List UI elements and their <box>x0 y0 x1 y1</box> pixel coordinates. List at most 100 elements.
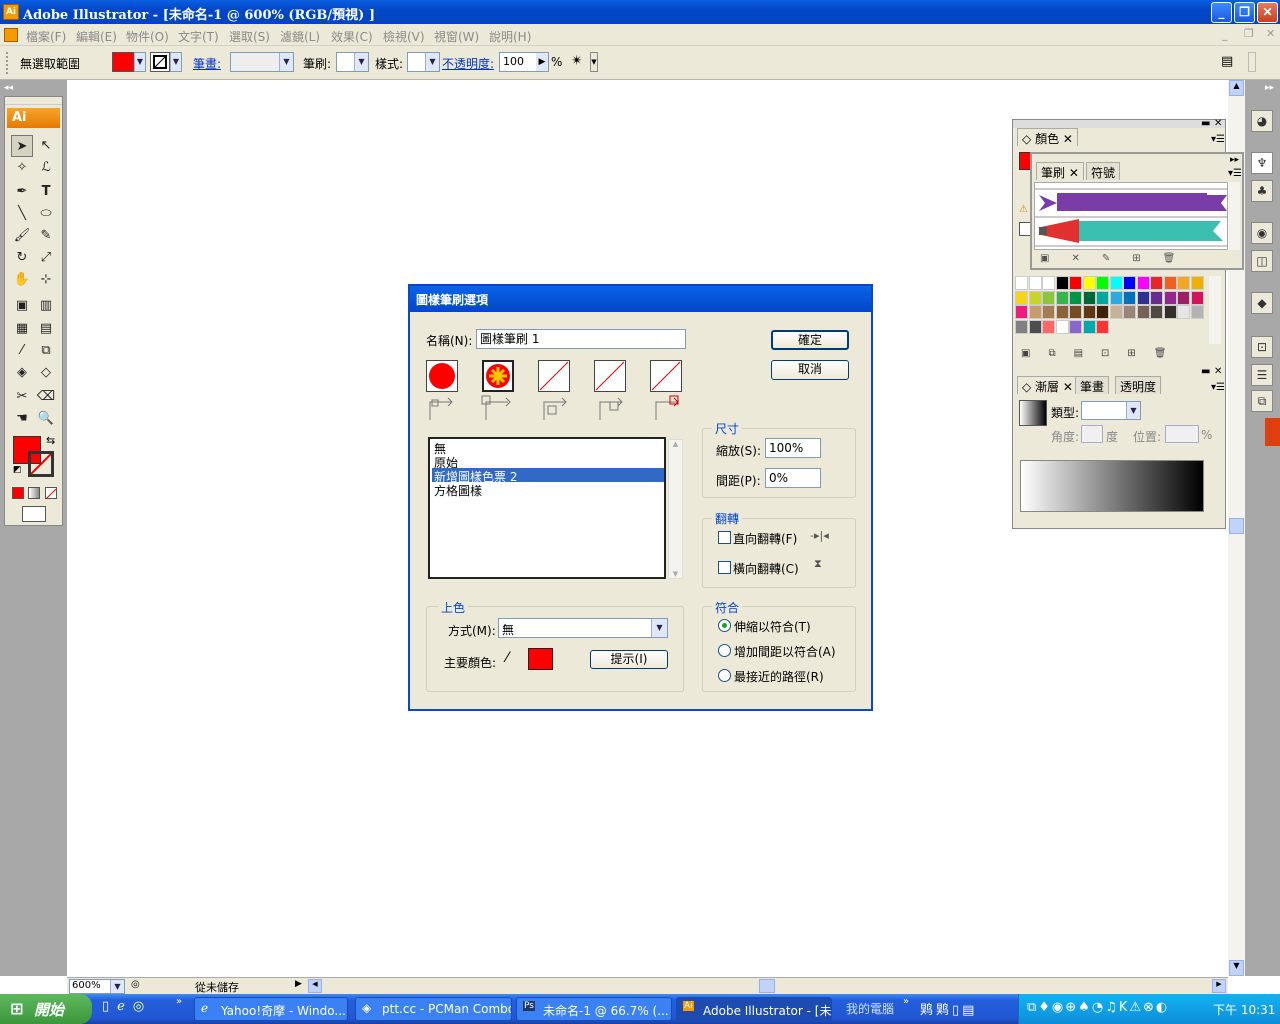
task-pcman[interactable]: ◈ ptt.cc - PCMan Combo <box>355 997 512 1021</box>
live-paint-tool-icon[interactable]: ◈ <box>11 362 33 384</box>
start-tile[interactable] <box>594 360 626 392</box>
gradient-panel-collapse-icon[interactable]: ▬ <box>1201 366 1210 377</box>
fit-add-space-radio[interactable] <box>718 644 731 657</box>
status-arrow-icon[interactable]: ▶ <box>295 979 302 989</box>
color-swatch[interactable] <box>1123 290 1136 305</box>
color-swatch[interactable] <box>1055 305 1069 319</box>
color-swatch[interactable] <box>1163 290 1177 305</box>
fit-stretch-radio[interactable] <box>718 619 731 632</box>
flip-horizontal-checkbox[interactable] <box>718 561 731 574</box>
brush-dropdown[interactable]: ▼ <box>336 52 369 72</box>
list-item[interactable]: 原始 <box>432 454 664 470</box>
color-swatch[interactable] <box>1069 276 1082 290</box>
isolate-icon[interactable]: ✴ <box>571 53 583 69</box>
lasso-tool-icon[interactable]: ℒ <box>35 157 57 179</box>
dock-transform-icon[interactable]: ⊡ <box>1251 336 1273 358</box>
dock-symbol-icon[interactable]: ♣ <box>1251 180 1273 202</box>
color-swatch[interactable] <box>1082 305 1096 319</box>
dock-layers-icon[interactable]: ◆ <box>1251 292 1273 314</box>
cancel-button[interactable]: 取消 <box>771 360 849 380</box>
color-swatch[interactable] <box>1123 276 1136 290</box>
scroll-thumb[interactable] <box>1229 518 1244 534</box>
inner-corner-tile[interactable] <box>538 360 570 392</box>
tab-transparency[interactable]: 透明度 <box>1115 376 1162 394</box>
color-swatch[interactable] <box>1150 290 1163 305</box>
graph-tool-icon[interactable]: ▥ <box>35 295 57 317</box>
none-mode-icon[interactable] <box>45 487 57 500</box>
my-computer-toolbar[interactable]: 我的電腦 <box>846 1000 894 1017</box>
side-tile[interactable] <box>426 360 458 392</box>
stroke-swatch[interactable] <box>150 52 170 72</box>
stroke-link[interactable]: 筆畫: <box>193 55 221 72</box>
close-button[interactable]: ✕ <box>1257 2 1278 23</box>
menu-effect[interactable]: 效果(C) <box>331 28 373 45</box>
free-transform-tool-icon[interactable]: ⊹ <box>35 269 57 291</box>
color-swatch[interactable] <box>1163 276 1177 290</box>
hscroll-left-icon[interactable]: ◀ <box>308 979 322 993</box>
list-item-selected[interactable]: 新增圖樣色票 2 <box>432 468 664 484</box>
end-tile[interactable] <box>650 360 682 392</box>
minimize-button[interactable]: _ <box>1211 2 1232 23</box>
slice-tool-icon[interactable]: ✂ <box>11 386 33 408</box>
stroke-color-box[interactable] <box>28 451 54 477</box>
control-flyout-icon[interactable] <box>1248 52 1256 72</box>
line-tool-icon[interactable]: ╲ <box>11 203 33 225</box>
maximize-button[interactable]: ❐ <box>1234 2 1255 23</box>
control-menu-icon[interactable]: ▼ <box>590 52 598 72</box>
start-button[interactable]: ⊞ 開始 <box>0 994 92 1024</box>
color-swatch[interactable] <box>1109 290 1123 305</box>
gradient-tool-icon[interactable]: ▤ <box>35 318 57 340</box>
pen-tool-icon[interactable]: ✒ <box>11 181 33 203</box>
brush-panel-expand-icon[interactable]: ▸▸ <box>1230 155 1239 165</box>
color-swatch[interactable] <box>1177 276 1190 290</box>
color-swatch[interactable] <box>1069 305 1082 319</box>
color-swatch[interactable] <box>1042 290 1055 305</box>
task-yahoo[interactable]: ℯ Yahoo!奇摩 - Windo... <box>194 997 348 1021</box>
list-scrollbar[interactable]: ▲ ▼ <box>668 439 683 579</box>
doc-restore-icon[interactable]: ❐ <box>1244 27 1254 40</box>
task-photoshop[interactable]: Ps 未命名-1 @ 66.7% (... <box>516 997 672 1021</box>
color-swatch[interactable] <box>1042 305 1055 319</box>
task-illustrator[interactable]: Ai Adobe Illustrator - [未... <box>676 997 832 1021</box>
doc-close-icon[interactable]: ✕ <box>1266 27 1275 40</box>
scale-input[interactable]: 100% <box>765 438 821 458</box>
status-menu-icon[interactable]: ◎ <box>131 979 140 990</box>
tab-gradient[interactable]: ◇ 漸層 ✕ <box>1017 376 1078 394</box>
dock-align-icon[interactable]: ☰ <box>1251 364 1273 386</box>
quick-launch-more-icon[interactable]: » <box>176 996 182 1007</box>
spacing-input[interactable]: 0% <box>765 468 821 488</box>
dock-tab-icon[interactable] <box>1265 418 1280 446</box>
menu-edit[interactable]: 編輯(E) <box>76 28 117 45</box>
color-swatch[interactable] <box>1096 305 1109 319</box>
color-swatch[interactable] <box>1163 305 1177 319</box>
dock-appearance-icon[interactable]: ◉ <box>1251 222 1273 244</box>
document-icon[interactable] <box>4 28 18 42</box>
menu-select[interactable]: 選取(S) <box>229 28 270 45</box>
ellipse-tool-icon[interactable]: ⬭ <box>35 203 57 225</box>
tab-symbol[interactable]: 符號 <box>1086 162 1121 180</box>
panel-collapse-icon[interactable]: ▬ <box>1201 118 1210 129</box>
color-swatch[interactable] <box>1082 290 1096 305</box>
input-method-icons[interactable]: 䴗䴗▯▤ <box>920 999 977 1018</box>
fill-swatch[interactable] <box>112 52 134 72</box>
swatches-scrollbar[interactable] <box>1209 276 1221 344</box>
brush-actions-icons[interactable]: ▣✕✎⊞🗑 <box>1040 253 1197 264</box>
tips-button[interactable]: 提示(I) <box>590 650 668 669</box>
fit-approximate-radio[interactable] <box>718 669 731 682</box>
color-swatch[interactable] <box>1055 290 1069 305</box>
scroll-up-icon[interactable]: ▲ <box>1229 80 1244 96</box>
expand-dock-icon[interactable]: ▸▸ <box>1265 83 1274 93</box>
swatch-actions-icons[interactable]: ▣⧉▤⊡⊞🗑 <box>1021 348 1185 359</box>
list-item[interactable]: 方格圖樣 <box>432 482 664 498</box>
flip-vertical-checkbox[interactable] <box>718 531 731 544</box>
fit-stretch-label[interactable]: 伸縮以符合(T) <box>734 618 811 635</box>
menu-help[interactable]: 說明(H) <box>489 28 531 45</box>
fit-approximate-label[interactable]: 最接近的路徑(R) <box>734 668 824 685</box>
color-swatch[interactable] <box>1082 276 1096 290</box>
key-color-swatch[interactable] <box>528 648 553 670</box>
color-swatch[interactable] <box>1015 290 1028 305</box>
method-dropdown[interactable]: 無 ▼ <box>498 618 668 638</box>
color-swatch[interactable] <box>1136 290 1150 305</box>
eraser-tool-icon[interactable]: ⌫ <box>35 386 57 408</box>
scale-tool-icon[interactable]: ⤢ <box>35 247 57 269</box>
